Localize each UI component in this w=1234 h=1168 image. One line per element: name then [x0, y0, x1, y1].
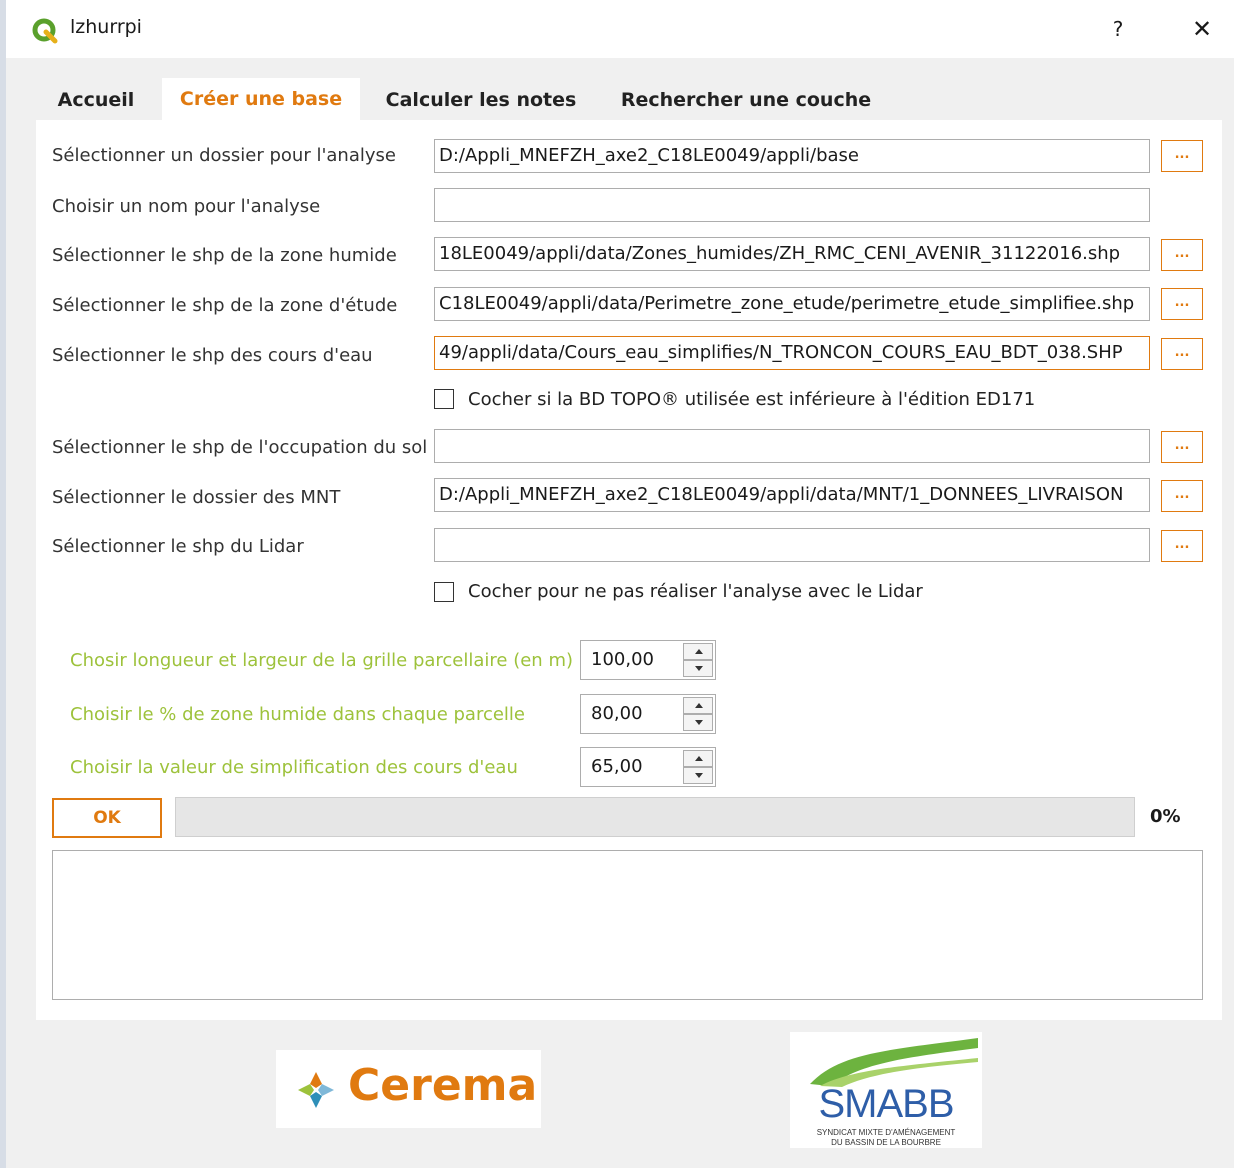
- simplification-spinbox[interactable]: 65,00: [580, 747, 716, 787]
- title-bar: lzhurrpi ? ✕: [6, 0, 1234, 58]
- zone-humide-label: Sélectionner le shp de la zone humide: [52, 245, 397, 266]
- window-border: [0, 0, 6, 1168]
- occupation-sol-input[interactable]: [434, 429, 1150, 463]
- lidar-input[interactable]: [434, 528, 1150, 562]
- help-button[interactable]: ?: [1098, 10, 1138, 48]
- ok-button[interactable]: OK: [52, 798, 162, 838]
- pct-zh-value[interactable]: 80,00: [591, 695, 643, 733]
- cours-eau-label: Sélectionner le shp des cours d'eau: [52, 345, 373, 366]
- mnt-input[interactable]: D:/Appli_MNEFZH_axe2_C18LE0049/appli/dat…: [434, 478, 1150, 512]
- zone-etude-browse-button[interactable]: ...: [1161, 288, 1203, 320]
- lidar-browse-button[interactable]: ...: [1161, 530, 1203, 562]
- zone-etude-input[interactable]: C18LE0049/appli/data/Perimetre_zone_etud…: [434, 287, 1150, 321]
- analysis-name-label: Choisir un nom pour l'analyse: [52, 196, 321, 217]
- pct-zh-decrement-button[interactable]: [683, 714, 713, 731]
- analysis-name-input[interactable]: [434, 188, 1150, 222]
- folder-input[interactable]: D:/Appli_MNEFZH_axe2_C18LE0049/appli/bas…: [434, 139, 1150, 173]
- window-title: lzhurrpi: [70, 16, 142, 38]
- bdtopo-checkbox[interactable]: [434, 389, 454, 409]
- cerema-mark-icon: [298, 1072, 334, 1108]
- bdtopo-checkbox-label: Cocher si la BD TOPO® utilisée est infér…: [468, 389, 1036, 410]
- mnt-label: Sélectionner le dossier des MNT: [52, 487, 341, 508]
- occupation-sol-label: Sélectionner le shp de l'occupation du s…: [52, 437, 428, 458]
- lidar-checkbox-label: Cocher pour ne pas réaliser l'analyse av…: [468, 581, 923, 602]
- cerema-logo-text: Cerema: [348, 1060, 538, 1111]
- pct-zh-increment-button[interactable]: [683, 697, 713, 714]
- zone-humide-input[interactable]: 18LE0049/appli/data/Zones_humides/ZH_RMC…: [434, 237, 1150, 271]
- folder-browse-button[interactable]: ...: [1161, 140, 1203, 172]
- grille-value[interactable]: 100,00: [591, 641, 654, 679]
- smabb-subtitle-line2: DU BASSIN DE LA BOURBRE: [831, 1138, 941, 1147]
- qgis-icon: [32, 18, 58, 44]
- smabb-logo: SMABB SYNDICAT MIXTE D'AMÉNAGEMENT DU BA…: [790, 1032, 982, 1148]
- lidar-checkbox[interactable]: [434, 582, 454, 602]
- cours-eau-browse-button[interactable]: ...: [1161, 338, 1203, 370]
- smabb-subtitle-line1: SYNDICAT MIXTE D'AMÉNAGEMENT: [816, 1128, 956, 1137]
- tab-rechercher-une-couche[interactable]: Rechercher une couche: [604, 80, 888, 120]
- simplification-label: Choisir la valeur de simplification des …: [70, 757, 518, 778]
- simplification-increment-button[interactable]: [683, 750, 713, 767]
- lidar-label: Sélectionner le shp du Lidar: [52, 536, 304, 557]
- smabb-logo-text: SMABB: [818, 1082, 954, 1126]
- occupation-sol-browse-button[interactable]: ...: [1161, 431, 1203, 463]
- tab-calculer-les-notes[interactable]: Calculer les notes: [372, 80, 590, 120]
- tab-creer-une-base[interactable]: Créer une base: [162, 78, 360, 120]
- progress-bar: [175, 797, 1135, 837]
- grille-decrement-button[interactable]: [683, 660, 713, 677]
- zone-etude-label: Sélectionner le shp de la zone d'étude: [52, 295, 398, 316]
- close-button[interactable]: ✕: [1182, 10, 1222, 48]
- folder-label: Sélectionner un dossier pour l'analyse: [52, 145, 396, 166]
- progress-percent: 0%: [1150, 806, 1181, 827]
- pct-zh-label: Choisir le % de zone humide dans chaque …: [70, 704, 526, 725]
- zone-humide-browse-button[interactable]: ...: [1161, 239, 1203, 271]
- log-output[interactable]: [52, 850, 1203, 1000]
- pct-zh-spinbox[interactable]: 80,00: [580, 694, 716, 734]
- mnt-browse-button[interactable]: ...: [1161, 480, 1203, 512]
- cerema-logo: Cerema: [276, 1050, 541, 1128]
- grille-spinbox[interactable]: 100,00: [580, 640, 716, 680]
- cours-eau-input[interactable]: 49/appli/data/Cours_eau_simplifies/N_TRO…: [434, 336, 1150, 370]
- simplification-value[interactable]: 65,00: [591, 748, 643, 786]
- smabb-wave-icon: [810, 1038, 978, 1087]
- grille-label: Chosir longueur et largeur de la grille …: [70, 650, 573, 671]
- grille-increment-button[interactable]: [683, 643, 713, 660]
- simplification-decrement-button[interactable]: [683, 767, 713, 784]
- tab-accueil[interactable]: Accueil: [40, 80, 152, 120]
